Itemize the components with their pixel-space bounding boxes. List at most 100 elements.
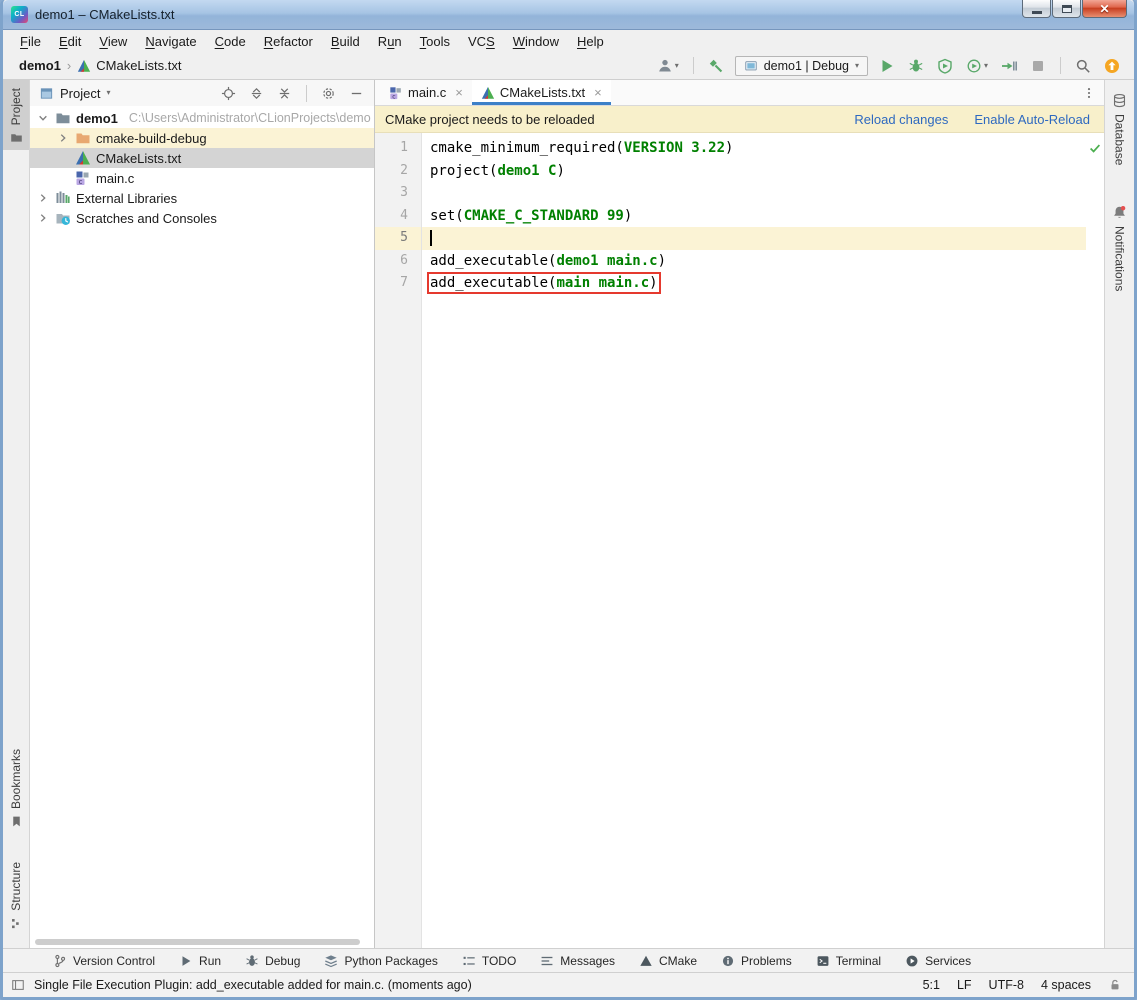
line-number[interactable]: 6 bbox=[375, 250, 421, 273]
line-number[interactable]: 7 bbox=[375, 272, 421, 295]
toolwindow-button-problems[interactable]: Problems bbox=[709, 954, 804, 968]
code-line[interactable]: add_executable(main main.c) bbox=[422, 272, 1086, 295]
build-button[interactable] bbox=[706, 56, 726, 76]
menu-item-build[interactable]: Build bbox=[322, 32, 369, 51]
lock-toggle-icon[interactable] bbox=[1108, 978, 1122, 992]
indent-style[interactable]: 4 spaces bbox=[1041, 978, 1091, 992]
toolbar-separator bbox=[306, 84, 307, 102]
code-line[interactable] bbox=[422, 227, 1086, 250]
breadcrumb-item-cmakelists-txt[interactable]: CMakeLists.txt bbox=[77, 58, 182, 73]
user-profile-button[interactable]: ▾ bbox=[655, 56, 681, 76]
tree-item-external-libraries[interactable]: External Libraries bbox=[30, 188, 374, 208]
code-line[interactable]: project(demo1 C) bbox=[422, 160, 1086, 183]
enable-auto-reload-link[interactable]: Enable Auto-Reload bbox=[974, 112, 1090, 127]
toolwindow-button-python-packages[interactable]: Python Packages bbox=[312, 954, 449, 968]
menu-item-help[interactable]: Help bbox=[568, 32, 613, 51]
close-tab-icon[interactable]: × bbox=[594, 86, 602, 99]
file-encoding[interactable]: UTF-8 bbox=[989, 978, 1024, 992]
menu-item-view[interactable]: View bbox=[90, 32, 136, 51]
debug-button[interactable] bbox=[906, 56, 926, 76]
toolwindow-button-messages[interactable]: Messages bbox=[528, 954, 627, 968]
stop-button[interactable] bbox=[1028, 56, 1048, 76]
menu-item-code[interactable]: Code bbox=[206, 32, 255, 51]
code-area[interactable]: cmake_minimum_required(VERSION 3.22) proj… bbox=[422, 133, 1086, 948]
horizontal-scrollbar[interactable] bbox=[35, 939, 360, 945]
project-icon bbox=[10, 131, 23, 144]
toolwindow-button-cmake[interactable]: CMake bbox=[627, 954, 709, 968]
tool-strip-tab-bookmarks[interactable]: Bookmarks bbox=[3, 741, 29, 834]
title-bar[interactable]: CL demo1 – CMakeLists.txt ✕ bbox=[3, 0, 1134, 30]
tool-strip-tab-structure[interactable]: Structure bbox=[3, 854, 29, 936]
select-opened-file-button[interactable] bbox=[219, 84, 238, 103]
tree-item-main-c[interactable]: c main.c bbox=[30, 168, 374, 188]
run-button[interactable] bbox=[877, 56, 897, 76]
profiler-icon bbox=[966, 58, 982, 74]
profiler-button[interactable]: ▾ bbox=[964, 56, 990, 76]
collapse-all-icon bbox=[277, 86, 292, 101]
tab-options-icon[interactable] bbox=[1082, 86, 1096, 100]
search-everywhere-button[interactable] bbox=[1073, 56, 1093, 76]
toolwindow-button-version-control[interactable]: Version Control bbox=[41, 954, 167, 968]
toolwindow-button-debug[interactable]: Debug bbox=[233, 954, 312, 968]
collapse-all-button[interactable] bbox=[275, 84, 294, 103]
chevron-right-icon[interactable] bbox=[36, 191, 50, 205]
debug-icon bbox=[908, 58, 924, 74]
expand-all-button[interactable] bbox=[247, 84, 266, 103]
toolwindow-button-run[interactable]: Run bbox=[167, 954, 233, 968]
svg-text:c: c bbox=[392, 93, 396, 100]
toolwindow-button-services[interactable]: Services bbox=[893, 954, 983, 968]
attach-to-process-button[interactable] bbox=[999, 56, 1019, 76]
menu-item-edit[interactable]: Edit bbox=[50, 32, 90, 51]
code-line[interactable]: set(CMAKE_C_STANDARD 99) bbox=[422, 205, 1086, 228]
settings-button[interactable] bbox=[319, 84, 338, 103]
code-line[interactable]: add_executable(demo1 main.c) bbox=[422, 250, 1086, 273]
code-token: main main.c bbox=[556, 275, 650, 291]
run-with-coverage-button[interactable] bbox=[935, 56, 955, 76]
tree-item-cmakelists-txt[interactable]: CMakeLists.txt bbox=[30, 148, 374, 168]
chevron-right-icon[interactable] bbox=[56, 131, 70, 145]
tool-strip-tab-notifications[interactable]: Notifications bbox=[1112, 197, 1127, 297]
services-icon bbox=[905, 954, 919, 968]
chevron-right-icon[interactable] bbox=[36, 211, 50, 225]
hide-panel-button[interactable] bbox=[347, 84, 366, 103]
code-line[interactable]: cmake_minimum_required(VERSION 3.22) bbox=[422, 137, 1086, 160]
line-number[interactable]: 3 bbox=[375, 182, 421, 205]
menu-item-window[interactable]: Window bbox=[504, 32, 568, 51]
tree-item-demo1[interactable]: demo1 C:\Users\Administrator\CLionProject… bbox=[30, 108, 374, 128]
tool-strip-tab-project[interactable]: Project bbox=[3, 80, 29, 151]
update-button[interactable] bbox=[1102, 56, 1122, 76]
reload-changes-link[interactable]: Reload changes bbox=[854, 112, 948, 127]
menu-item-file[interactable]: File bbox=[11, 32, 50, 51]
editor-tab-main-c[interactable]: c main.c × bbox=[380, 80, 472, 105]
code-line[interactable] bbox=[422, 182, 1086, 205]
line-number[interactable]: 5 bbox=[375, 227, 421, 250]
line-number[interactable]: 1 bbox=[375, 137, 421, 160]
line-number[interactable]: 2 bbox=[375, 160, 421, 183]
toolwindow-button-terminal[interactable]: Terminal bbox=[804, 954, 893, 968]
close-tab-icon[interactable]: × bbox=[455, 86, 463, 99]
maximize-button[interactable] bbox=[1052, 0, 1081, 18]
code-token: project( bbox=[430, 162, 498, 179]
menu-item-tools[interactable]: Tools bbox=[411, 32, 459, 51]
menu-item-run[interactable]: Run bbox=[369, 32, 411, 51]
menu-item-navigate[interactable]: Navigate bbox=[136, 32, 205, 51]
tree-item-scratches-and-consoles[interactable]: Scratches and Consoles bbox=[30, 208, 374, 228]
caret-position[interactable]: 5:1 bbox=[923, 978, 940, 992]
line-number[interactable]: 4 bbox=[375, 205, 421, 228]
toolwindow-button-todo[interactable]: TODO bbox=[450, 954, 528, 968]
run-configuration-selector[interactable]: demo1 | Debug ▾ bbox=[734, 55, 868, 76]
chevron-down-icon[interactable]: ▾ bbox=[106, 89, 110, 97]
menu-item-refactor[interactable]: Refactor bbox=[255, 32, 322, 51]
layout-icon[interactable] bbox=[11, 978, 25, 992]
minimize-button[interactable] bbox=[1022, 0, 1051, 18]
right-tool-strip: Database Notifications bbox=[1104, 80, 1134, 948]
editor-tab-cmakelists-txt[interactable]: CMakeLists.txt × bbox=[471, 80, 611, 105]
tree-item-cmake-build-debug[interactable]: cmake-build-debug bbox=[30, 128, 374, 148]
tool-strip-tab-database[interactable]: Database bbox=[1112, 85, 1127, 171]
close-button[interactable]: ✕ bbox=[1082, 0, 1127, 18]
breadcrumb-item-demo1[interactable]: demo1 bbox=[19, 58, 61, 73]
chevron-down-icon[interactable] bbox=[36, 111, 50, 125]
breadcrumb-separator: › bbox=[66, 58, 72, 73]
line-separator[interactable]: LF bbox=[957, 978, 972, 992]
menu-item-vcs[interactable]: VCS bbox=[459, 32, 504, 51]
